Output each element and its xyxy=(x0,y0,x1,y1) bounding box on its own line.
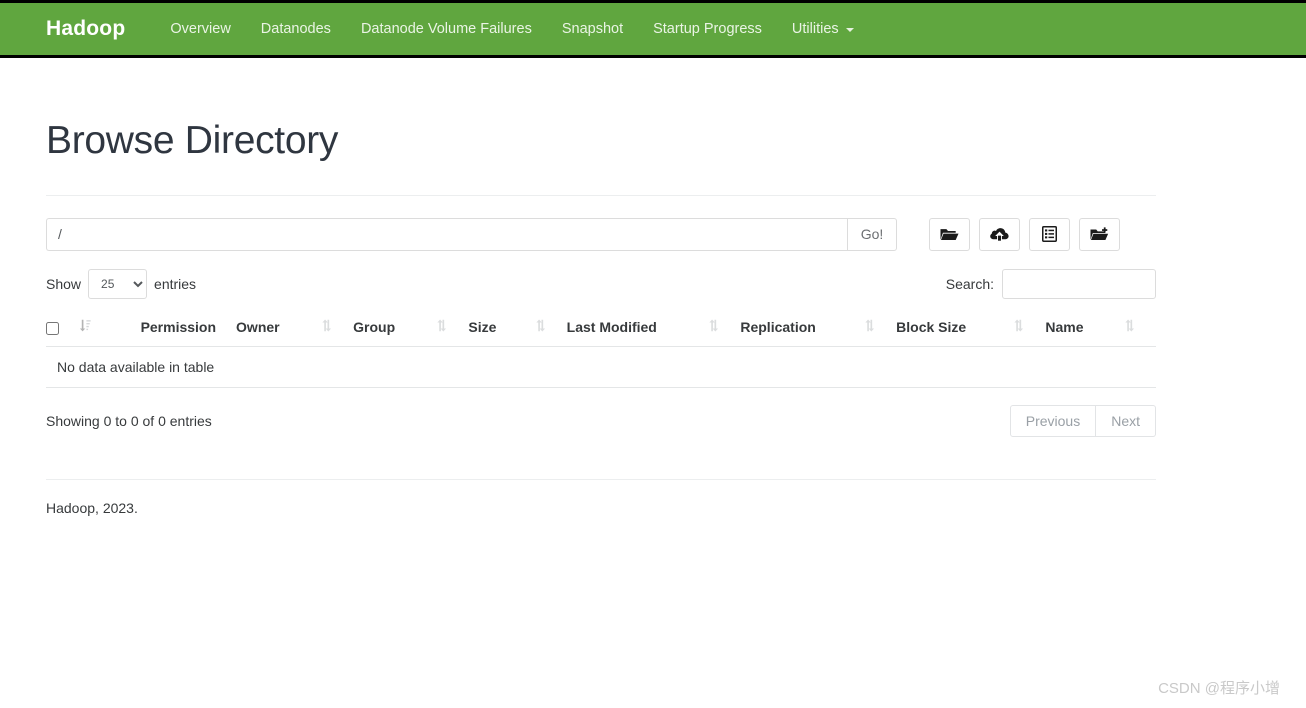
previous-page-button[interactable]: Previous xyxy=(1009,404,1097,437)
datatable-footer: Showing 0 to 0 of 0 entries Previous Nex… xyxy=(46,404,1156,437)
nav-links: Overview Datanodes Datanode Volume Failu… xyxy=(155,21,868,37)
nav-link-datanodes[interactable]: Datanodes xyxy=(246,21,346,37)
cut-paste-button[interactable] xyxy=(1029,217,1070,251)
nav-link-overview-label: Overview xyxy=(170,21,231,37)
table-head: Permission Owner Group Size Last Modifie… xyxy=(46,310,1156,347)
sort-icon xyxy=(1014,319,1025,335)
column-header-select-all xyxy=(46,310,79,347)
nav-link-overview[interactable]: Overview xyxy=(155,21,245,37)
nav-link-snapshot-label: Snapshot xyxy=(561,21,624,37)
datatable-filter-control: Search: xyxy=(945,268,1156,299)
sort-icon xyxy=(709,319,720,335)
nav-link-startup-progress[interactable]: Startup Progress xyxy=(638,21,777,37)
column-header-last-modified[interactable]: Last Modified xyxy=(566,310,741,347)
column-header-block-size[interactable]: Block Size xyxy=(896,310,1046,347)
column-header-name-label: Name xyxy=(1045,318,1084,335)
select-all-checkbox[interactable] xyxy=(46,321,59,335)
page-container: Browse Directory Go! xyxy=(31,119,1171,516)
nav-link-utilities[interactable]: Utilities xyxy=(777,21,869,37)
nav-link-startup-progress-label: Startup Progress xyxy=(653,21,762,37)
nav-link-datanode-volume-failures-label: Datanode Volume Failures xyxy=(360,21,532,37)
main-navbar: Hadoop Overview Datanodes Datanode Volum… xyxy=(0,0,1306,58)
footer-divider xyxy=(46,478,1156,480)
chevron-down-icon xyxy=(845,28,854,32)
sort-icon xyxy=(322,319,333,335)
datatable-pagination: Previous Next xyxy=(1009,404,1156,437)
search-input[interactable] xyxy=(1002,268,1156,299)
column-header-name[interactable]: Name xyxy=(1045,310,1156,347)
next-page-button[interactable]: Next xyxy=(1096,404,1156,437)
column-header-permission-label: Permission xyxy=(140,318,217,335)
column-header-owner[interactable]: Owner xyxy=(236,310,354,347)
page-footer-text: Hadoop, 2023. xyxy=(46,499,138,516)
create-directory-button[interactable] xyxy=(1079,217,1120,251)
column-header-group-label: Group xyxy=(353,318,396,335)
directory-listing-table: Permission Owner Group Size Last Modifie… xyxy=(46,310,1156,388)
entries-per-page-select[interactable]: 25 50 100 xyxy=(88,268,148,299)
clipboard-list-icon xyxy=(1042,226,1057,243)
folder-open-icon xyxy=(940,227,959,242)
path-toolbar: Go! xyxy=(46,217,1156,251)
csdn-watermark: CSDN @程序小增 xyxy=(1158,680,1280,697)
column-header-owner-label: Owner xyxy=(236,318,280,335)
folder-plus-icon xyxy=(1090,227,1109,242)
table-header-row: Permission Owner Group Size Last Modifie… xyxy=(46,310,1156,347)
column-header-size-label: Size xyxy=(468,318,497,335)
sort-icon xyxy=(536,319,547,335)
table-empty-row: No data available in table xyxy=(46,346,1156,388)
table-empty-message: No data available in table xyxy=(46,346,1156,388)
column-header-block-size-label: Block Size xyxy=(896,318,967,335)
column-header-size[interactable]: Size xyxy=(468,310,567,347)
directory-path-input[interactable] xyxy=(46,217,847,251)
table-body: No data available in table xyxy=(46,346,1156,388)
page-title: Browse Directory xyxy=(46,119,339,162)
datatable-controls: Show 25 50 100 entries Search: xyxy=(46,268,1156,299)
path-tool-buttons xyxy=(929,217,1120,251)
column-header-last-modified-label: Last Modified xyxy=(566,318,657,335)
brand-hadoop[interactable]: Hadoop xyxy=(46,17,125,41)
path-input-group: Go! xyxy=(46,217,897,251)
nav-link-snapshot[interactable]: Snapshot xyxy=(547,21,638,37)
search-label: Search: xyxy=(945,275,994,292)
sort-amount-desc-icon xyxy=(79,319,91,335)
column-header-permission[interactable]: Permission xyxy=(79,310,237,347)
show-label: Show xyxy=(46,275,82,292)
sort-icon xyxy=(437,319,448,335)
sort-icon xyxy=(1125,319,1136,335)
sort-icon xyxy=(865,319,876,335)
cloud-upload-icon xyxy=(990,227,1009,242)
column-header-replication[interactable]: Replication xyxy=(740,310,897,347)
datatable-info: Showing 0 to 0 of 0 entries xyxy=(46,412,212,429)
nav-link-datanodes-label: Datanodes xyxy=(260,21,331,37)
nav-link-datanode-volume-failures[interactable]: Datanode Volume Failures xyxy=(346,21,547,37)
column-header-replication-label: Replication xyxy=(740,318,816,335)
column-header-group[interactable]: Group xyxy=(353,310,469,347)
entries-label: entries xyxy=(154,275,197,292)
title-divider xyxy=(46,194,1156,196)
nav-link-utilities-label: Utilities xyxy=(791,21,839,37)
upload-file-button[interactable] xyxy=(979,217,1020,251)
datatable-length-control: Show 25 50 100 entries xyxy=(46,268,197,299)
go-button[interactable]: Go! xyxy=(847,217,897,251)
browse-folder-button[interactable] xyxy=(929,217,970,251)
